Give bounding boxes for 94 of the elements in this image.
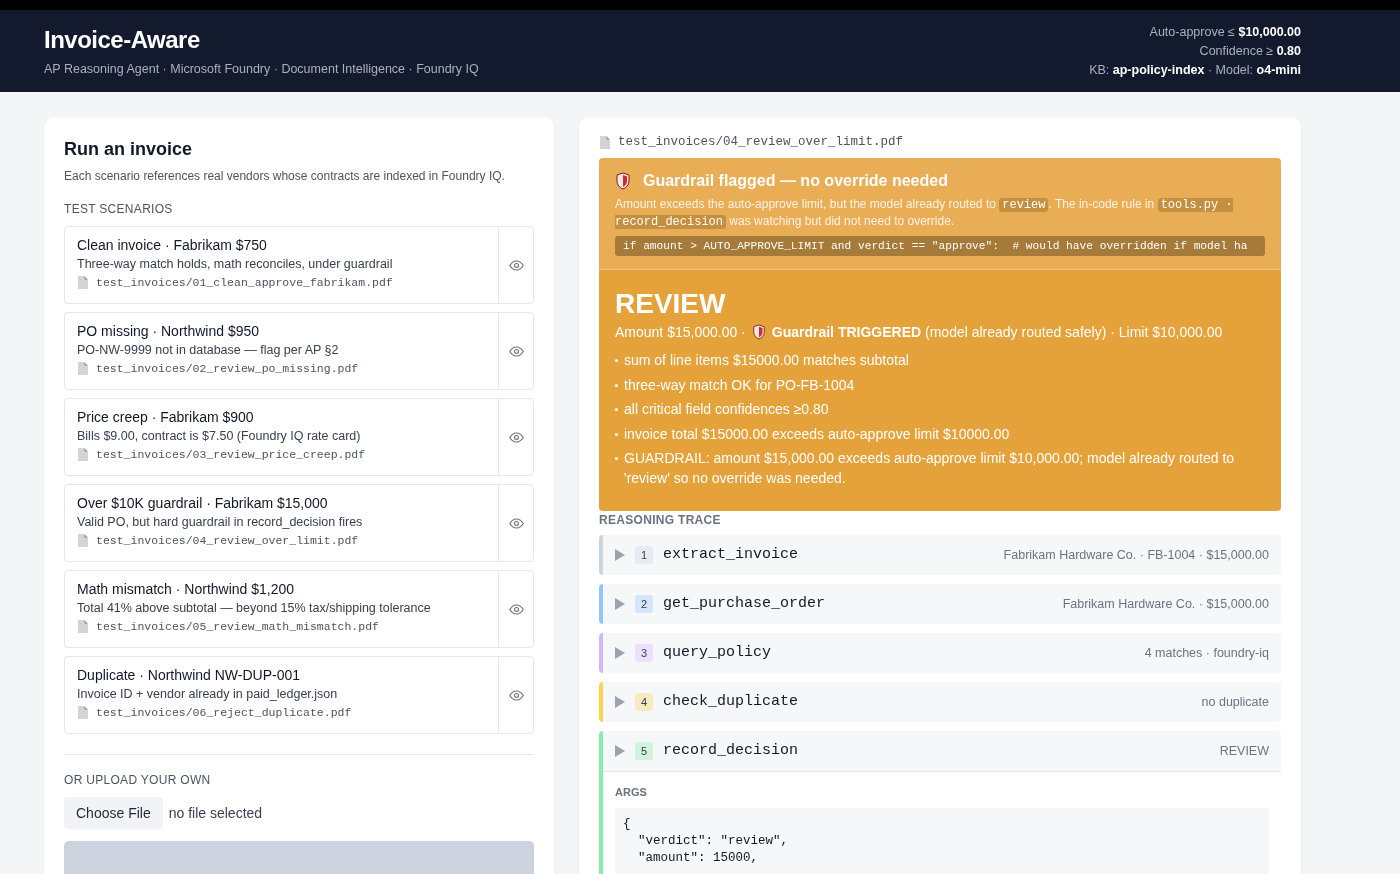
expand-icon[interactable] <box>615 744 625 757</box>
eye-icon[interactable] <box>508 431 524 443</box>
setting-text: Confidence ≥ 0.80 <box>1198 42 1301 60</box>
eye-icon[interactable] <box>508 345 524 357</box>
scenario-card[interactable]: Clean invoice · Fabrikam $750 Three-way match holds, math reconciles, under guardrail test_invoices/01_clean_approve_fabrikam.pdf <box>64 226 534 304</box>
document-icon <box>77 276 88 289</box>
step-number: 1 <box>635 545 653 564</box>
step-number: 5 <box>635 741 653 760</box>
document-icon <box>77 706 88 719</box>
tool-name: query_policy <box>663 644 772 661</box>
scenario-title: Price creep · Fabrikam $900 <box>77 409 255 425</box>
step-number: 3 <box>635 643 653 662</box>
scenario-card[interactable]: Over $10K guardrail · Fabrikam $15,000 Valid PO, but hard guardrail in record_decision fires test_invoices/04_review_over_limit.pdf <box>64 484 534 562</box>
section-heading: REASONING TRACE <box>599 512 722 527</box>
shield-icon <box>615 172 631 190</box>
scenario-title: PO missing · Northwind $950 <box>77 323 261 339</box>
bullet-icon <box>615 408 618 411</box>
trace-step[interactable]: 1 extract_invoice Fabrikam Hardware Co. · FB-1004 · $15,000.00 <box>599 534 1281 575</box>
step-summary: Fabrikam Hardware Co. · FB-1004 · $15,000.00 <box>1003 547 1269 562</box>
scenario-title: Math mismatch · Northwind $1,200 <box>77 581 296 597</box>
step-number: 2 <box>635 594 653 613</box>
scenario-description: Valid PO, but hard guardrail in record_decision fires <box>77 515 364 529</box>
reason-text: GUARDRAIL: amount $15,000.00 exceeds auto-approve limit $10,000.00; model already routed to 'review' so no override was needed. <box>624 449 1236 488</box>
expand-icon[interactable] <box>615 646 625 659</box>
file-path: test_invoices/04_review_over_limit.pdf <box>96 534 359 547</box>
choose-file-button[interactable]: Choose File <box>64 797 163 829</box>
document-icon <box>77 362 88 375</box>
scenario-description: PO-NW-9999 not in database — flag per AP §2 <box>77 343 340 357</box>
file-path: test_invoices/01_clean_approve_fabrikam.pdf <box>96 276 393 289</box>
file-path: test_invoices/03_review_price_creep.pdf <box>96 448 366 461</box>
reason-text: sum of line items $15000.00 matches subtotal <box>624 351 909 370</box>
scenario-card[interactable]: Math mismatch · Northwind $1,200 Total 41% above subtotal — beyond 15% tax/shipping tolerance test_invoices/05_review_math_mismatch.pdf <box>64 570 534 648</box>
scenario-card[interactable]: Duplicate · Northwind NW-DUP-001 Invoice ID + vendor already in paid_ledger.json test_invoices/06_reject_duplicate.pdf <box>64 656 534 734</box>
file-path: test_invoices/05_review_math_mismatch.pdf <box>96 620 379 633</box>
eye-icon[interactable] <box>508 689 524 701</box>
bullet-icon <box>615 432 618 436</box>
trace-step[interactable]: 5 record_decision REVIEW ARGS { "verdict": "review", "amount": 15000, <box>599 730 1281 874</box>
expand-icon[interactable] <box>615 597 625 610</box>
verdict-summary: Guardrail TRIGGERED (model already routed safely) · Limit $10,000.00 <box>771 324 1223 340</box>
file-status: no file selected <box>168 805 263 821</box>
file-path: test_invoices/02_review_po_missing.pdf <box>96 362 359 375</box>
scenario-card[interactable]: PO missing · Northwind $950 PO-NW-9999 not in database — flag per AP §2 test_invoices/02_review_po_missing.pdf <box>64 312 534 390</box>
scenario-description: Invoice ID + vendor already in paid_ledger.json <box>77 687 339 701</box>
banner-title: Guardrail flagged — no override needed <box>643 172 948 190</box>
reason-text: all critical field confidences ≥0.80 <box>624 400 829 419</box>
app-subtitle: AP Reasoning Agent · Microsoft Foundry · Document Intelligence · Foundry IQ <box>44 62 479 76</box>
panel-title: Run an invoice <box>64 139 194 160</box>
verdict-label: REVIEW <box>615 288 727 320</box>
reason-text: three-way match OK for PO-FB-1004 <box>624 375 855 395</box>
trace-step[interactable]: 3 query_policy 4 matches · foundry-iq <box>599 632 1281 673</box>
banner-message: Amount exceeds the auto-approve limit, but the model already routed to review . The in-code rule in tools.py · record_decision was watching but did not need to override. <box>615 196 1234 230</box>
step-summary: no duplicate <box>1201 694 1269 709</box>
scenario-title: Duplicate · Northwind NW-DUP-001 <box>77 667 302 683</box>
app-title: Invoice-Aware <box>44 26 201 54</box>
bullet-icon <box>615 383 618 387</box>
scenario-description: Total 41% above subtotal — beyond 15% tax/shipping tolerance <box>77 601 432 615</box>
document-icon <box>77 620 88 633</box>
reason-text: invoice total $15000.00 exceeds auto-approve limit $10000.00 <box>624 424 1010 444</box>
section-heading: OR UPLOAD YOUR OWN <box>64 773 212 787</box>
expand-icon[interactable] <box>615 548 625 561</box>
document-icon <box>77 534 88 547</box>
eye-icon[interactable] <box>508 259 524 271</box>
tool-name: get_purchase_order <box>663 595 826 612</box>
scenario-description: Three-way match holds, math reconciles, under guardrail <box>77 257 394 271</box>
section-heading: TEST SCENARIOS <box>64 202 174 216</box>
setting-text: KB: ap-policy-index · Model: o4-mini <box>1089 61 1301 79</box>
step-summary: Fabrikam Hardware Co. · $15,000.00 <box>1062 596 1269 611</box>
document-icon <box>77 448 88 461</box>
step-number: 4 <box>635 692 653 711</box>
scenario-title: Clean invoice · Fabrikam $750 <box>77 237 268 253</box>
scenario-card[interactable]: Price creep · Fabrikam $900 Bills $9.00, contract is $7.50 (Foundry IQ rate card) test_invoices/03_review_price_creep.pdf <box>64 398 534 476</box>
document-icon <box>599 135 610 149</box>
tool-name: check_duplicate <box>663 693 799 710</box>
tool-name: extract_invoice <box>663 546 799 563</box>
file-path: test_invoices/06_reject_duplicate.pdf <box>96 706 352 719</box>
shield-icon <box>751 324 766 340</box>
panel-description: Each scenario references real vendors whose contracts are indexed in Foundry IQ. <box>64 168 506 184</box>
step-summary: REVIEW <box>1219 743 1269 758</box>
verdict-amount: Amount $15,000.00 · <box>615 324 746 340</box>
scenario-title: Over $10K guardrail · Fabrikam $15,000 <box>77 495 329 511</box>
args-label: ARGS <box>615 785 648 798</box>
args-code: { "verdict": "review", "amount": 15000, <box>615 807 1269 874</box>
trace-step[interactable]: 4 check_duplicate no duplicate <box>599 681 1281 722</box>
bullet-icon <box>615 359 618 362</box>
eye-icon[interactable] <box>508 603 524 615</box>
trace-step[interactable]: 2 get_purchase_order Fabrikam Hardware Co. · $15,000.00 <box>599 583 1281 624</box>
expand-icon[interactable] <box>615 695 625 708</box>
scenario-description: Bills $9.00, contract is $7.50 (Foundry IQ rate card) <box>77 429 362 443</box>
setting-text: Auto-approve ≤ $10,000.00 <box>1148 23 1301 41</box>
file-path: test_invoices/04_review_over_limit.pdf <box>618 135 904 149</box>
tool-name: record_decision <box>663 742 799 759</box>
step-summary: 4 matches · foundry-iq <box>1144 645 1269 660</box>
bullet-icon <box>615 457 618 460</box>
eye-icon[interactable] <box>508 517 524 529</box>
